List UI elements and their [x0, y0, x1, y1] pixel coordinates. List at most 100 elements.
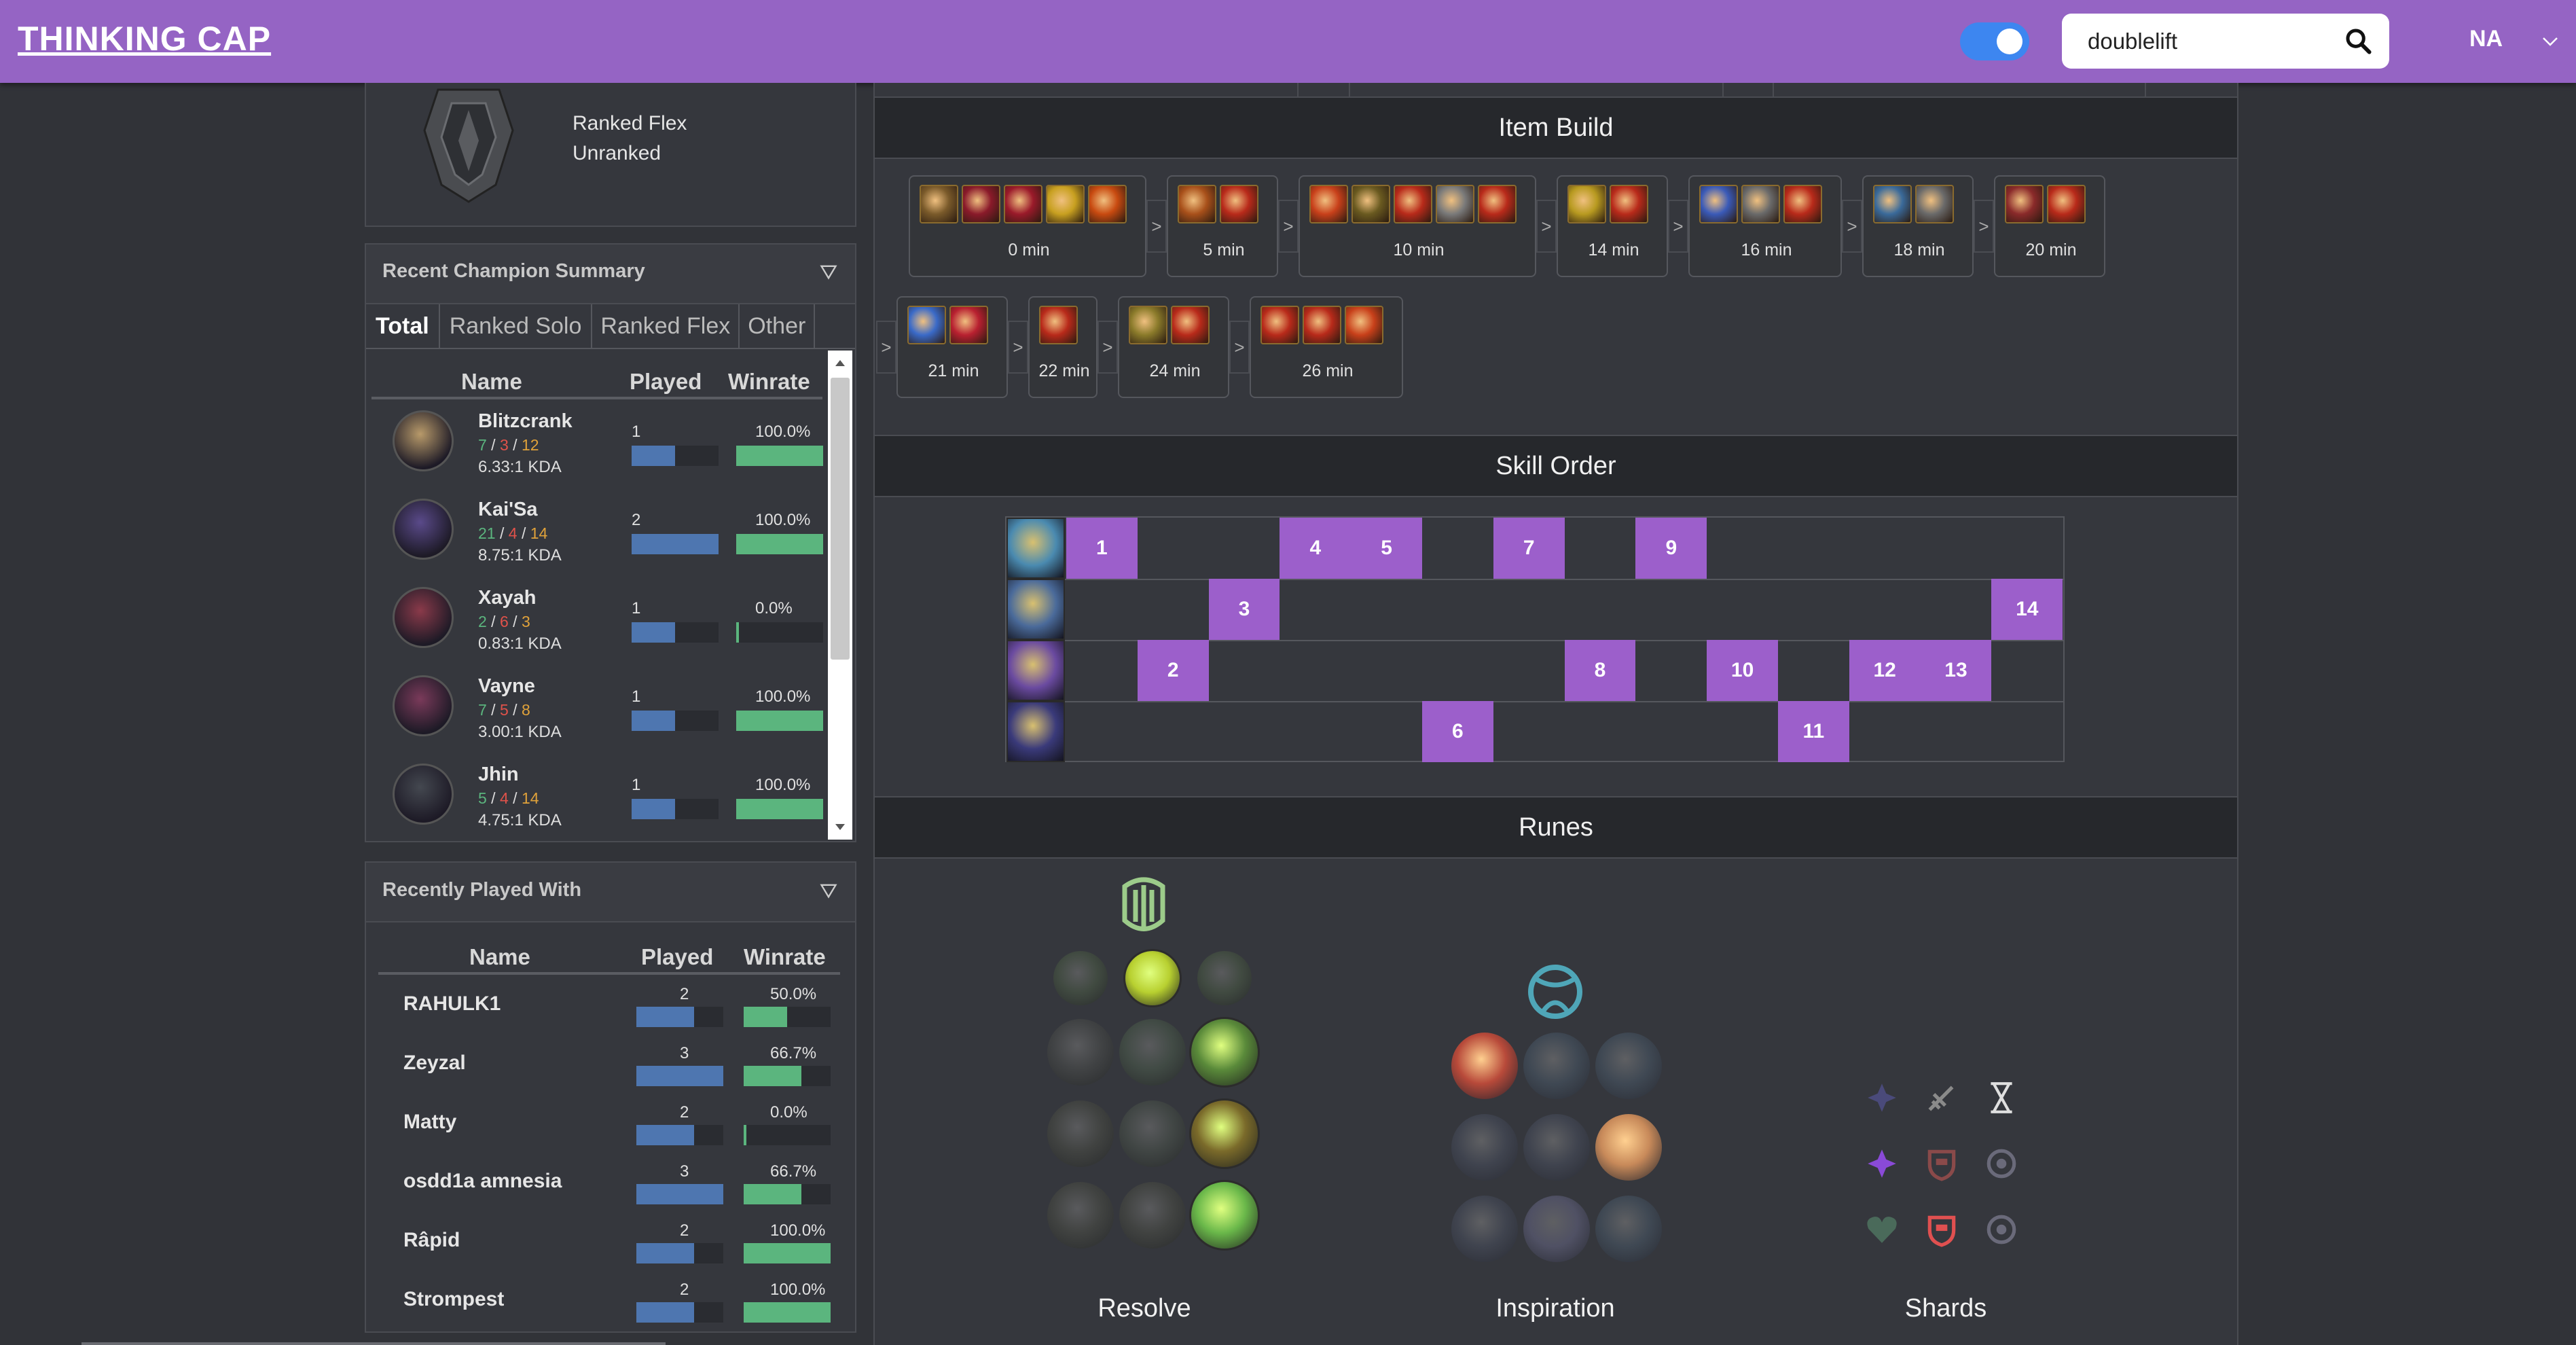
item-icon[interactable] [1610, 185, 1648, 223]
item-icon[interactable] [920, 185, 958, 223]
friend-row[interactable]: osdd1a amnesia 3 66.7% [378, 1153, 840, 1212]
item-icon[interactable] [1260, 306, 1299, 344]
friend-row[interactable]: Zeyzal 3 66.7% [378, 1035, 840, 1094]
item-icon[interactable] [1436, 185, 1474, 223]
rune-icon[interactable] [1595, 1033, 1662, 1099]
item-group[interactable]: 5 min [1167, 175, 1278, 277]
search-icon[interactable] [2344, 27, 2372, 54]
friend-name[interactable]: Matty [403, 1111, 456, 1134]
scrollbar-thumb[interactable] [831, 378, 850, 660]
item-group[interactable]: 10 min [1299, 175, 1536, 277]
rune-icon[interactable] [1125, 951, 1180, 1005]
item-icon[interactable] [1915, 185, 1954, 223]
summoner-search-input[interactable] [2086, 27, 2347, 56]
rune-icon[interactable] [1523, 1033, 1590, 1099]
item-group[interactable]: 26 min [1250, 296, 1403, 398]
shard-diamond-icon[interactable] [1864, 1080, 1900, 1115]
friend-row[interactable]: Strompest 2 100.0% [378, 1271, 840, 1330]
rune-icon[interactable] [1451, 1114, 1518, 1181]
theme-toggle[interactable] [1960, 22, 2029, 60]
item-group[interactable]: 0 min [909, 175, 1146, 277]
rune-icon[interactable] [1053, 951, 1108, 1005]
champion-row[interactable]: Blitzcrank 7 / 3 / 12 6.33:1 KDA 1 100.0% [371, 401, 825, 489]
item-icon[interactable] [1309, 185, 1348, 223]
collapse-triangle-icon[interactable] [819, 881, 838, 900]
friend-row[interactable]: RAHULK1 2 50.0% [378, 975, 840, 1035]
shard-ring-icon[interactable] [1984, 1146, 2019, 1181]
item-group[interactable]: 14 min [1557, 175, 1668, 277]
tab-total[interactable]: Total [366, 304, 440, 348]
tab-ranked-solo[interactable]: Ranked Solo [440, 304, 593, 348]
rune-icon[interactable] [1047, 1100, 1114, 1167]
champion-row[interactable]: Kai'Sa 21 / 4 / 14 8.75:1 KDA 2 100.0% [371, 489, 825, 577]
horizontal-scrollbar[interactable] [81, 1342, 666, 1345]
rune-icon[interactable] [1191, 1182, 1258, 1249]
friend-name[interactable]: Zeyzal [403, 1052, 466, 1075]
shard-heart-icon[interactable] [1864, 1212, 1900, 1247]
item-icon[interactable] [949, 306, 988, 344]
item-icon[interactable] [1303, 306, 1341, 344]
item-icon[interactable] [907, 306, 946, 344]
item-icon[interactable] [1567, 185, 1606, 223]
item-icon[interactable] [1220, 185, 1258, 223]
item-icon[interactable] [1345, 306, 1383, 344]
item-icon[interactable] [1088, 185, 1127, 223]
app-logo[interactable]: THINKING CAP [18, 19, 271, 58]
item-icon[interactable] [1129, 306, 1167, 344]
shard-diamond-icon[interactable] [1864, 1146, 1900, 1181]
rune-icon[interactable] [1119, 1100, 1186, 1167]
friend-row[interactable]: Matty 2 0.0% [378, 1094, 840, 1153]
item-icon[interactable] [1873, 185, 1912, 223]
item-icon[interactable] [962, 185, 1000, 223]
friend-name[interactable]: Strompest [403, 1288, 504, 1311]
tab-other[interactable]: Other [740, 304, 816, 348]
region-select[interactable]: NA [2469, 26, 2503, 52]
collapse-triangle-icon[interactable] [819, 262, 838, 281]
rune-icon[interactable] [1451, 1033, 1518, 1099]
rune-icon[interactable] [1191, 1100, 1258, 1167]
shard-shield-icon[interactable] [1924, 1212, 1959, 1247]
rune-icon[interactable] [1047, 1182, 1114, 1249]
champion-row[interactable]: Vayne 7 / 5 / 8 3.00:1 KDA 1 100.0% [371, 666, 825, 754]
item-icon[interactable] [1046, 185, 1085, 223]
rune-icon[interactable] [1523, 1114, 1590, 1181]
shard-hourglass-icon[interactable] [1984, 1080, 2019, 1115]
rune-icon[interactable] [1047, 1019, 1114, 1086]
item-icon[interactable] [1039, 306, 1078, 344]
shard-shield-icon[interactable] [1924, 1146, 1959, 1181]
item-icon[interactable] [2047, 185, 2086, 223]
friend-name[interactable]: osdd1a amnesia [403, 1170, 562, 1193]
item-icon[interactable] [1352, 185, 1390, 223]
item-group[interactable]: 18 min [1862, 175, 1974, 277]
friend-name[interactable]: RAHULK1 [403, 992, 501, 1016]
tab-ranked-flex[interactable]: Ranked Flex [592, 304, 740, 348]
friend-name[interactable]: Râpid [403, 1229, 460, 1252]
rune-icon[interactable] [1451, 1196, 1518, 1262]
item-group[interactable]: 16 min [1688, 175, 1842, 277]
item-icon[interactable] [1699, 185, 1738, 223]
item-icon[interactable] [1741, 185, 1780, 223]
item-group[interactable]: 21 min [896, 296, 1008, 398]
item-icon[interactable] [1783, 185, 1822, 223]
champion-row[interactable]: Xayah 2 / 6 / 3 0.83:1 KDA 1 0.0% [371, 577, 825, 666]
shard-ring-icon[interactable] [1984, 1212, 2019, 1247]
item-group[interactable]: 24 min [1118, 296, 1229, 398]
item-icon[interactable] [2005, 185, 2044, 223]
rune-icon[interactable] [1523, 1196, 1590, 1262]
scroll-up-icon[interactable] [832, 356, 848, 370]
item-icon[interactable] [1178, 185, 1216, 223]
chevron-down-icon[interactable] [2540, 31, 2560, 52]
rune-icon[interactable] [1595, 1196, 1662, 1262]
shard-sword-icon[interactable] [1924, 1080, 1959, 1115]
rune-icon[interactable] [1191, 1019, 1258, 1086]
item-icon[interactable] [1171, 306, 1210, 344]
friend-row[interactable]: Râpid 2 100.0% [378, 1212, 840, 1271]
item-icon[interactable] [1478, 185, 1517, 223]
rune-icon[interactable] [1119, 1019, 1186, 1086]
item-icon[interactable] [1004, 185, 1042, 223]
item-group[interactable]: 20 min [1994, 175, 2105, 277]
rune-icon[interactable] [1119, 1182, 1186, 1249]
champion-row[interactable]: Jhin 5 / 4 / 14 4.75:1 KDA 1 100.0% [371, 754, 825, 842]
rune-icon[interactable] [1595, 1114, 1662, 1181]
scroll-down-icon[interactable] [832, 821, 848, 834]
